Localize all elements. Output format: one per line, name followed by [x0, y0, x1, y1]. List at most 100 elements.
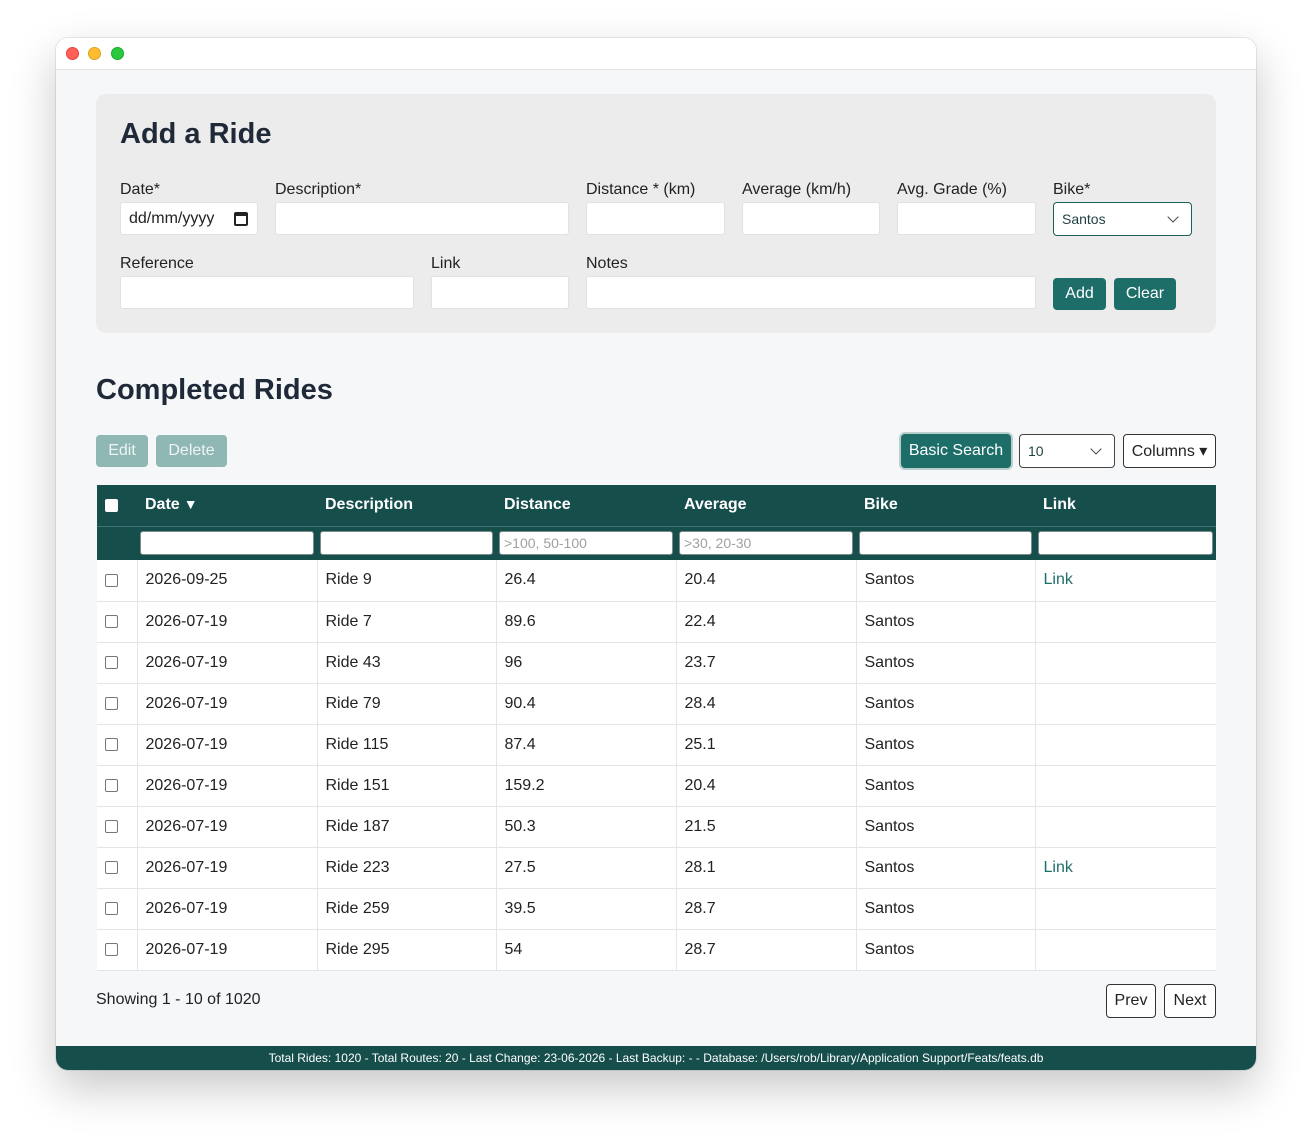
table-row[interactable]: 2026-07-19 Ride 295 54 28.7 Santos [97, 929, 1216, 971]
description-cell: Ride 187 [317, 806, 497, 848]
filter-spacer [97, 525, 137, 560]
date-cell: 2026-09-25 [137, 560, 318, 602]
basic-search-button[interactable]: Basic Search [901, 434, 1011, 468]
row-checkbox[interactable] [105, 655, 118, 669]
add-button[interactable]: Add [1053, 278, 1106, 310]
status-bar: Total Rides: 1020 - Total Routes: 20 - L… [56, 1046, 1256, 1070]
rides-table-body: 2026-09-25 Ride 9 26.4 20.4 Santos Link 2026-… [97, 560, 1216, 971]
row-checkbox[interactable] [105, 819, 118, 833]
select-all-cell [97, 485, 137, 526]
date-cell: 2026-07-19 [137, 929, 318, 971]
average-cell: 21.5 [676, 806, 857, 848]
ride-link[interactable]: Link [1044, 859, 1073, 876]
minimize-window-button[interactable] [88, 47, 101, 60]
date-placeholder: dd/mm/yyyy [129, 209, 215, 227]
bike-cell: Santos [856, 929, 1036, 971]
link-filter-input[interactable] [1038, 531, 1213, 556]
link-column-header[interactable]: Link [1035, 485, 1216, 526]
row-checkbox[interactable] [105, 901, 118, 915]
bike-cell: Santos [856, 683, 1036, 725]
distance-input[interactable] [586, 202, 725, 235]
description-cell: Ride 79 [317, 683, 497, 725]
bike-select[interactable]: Santos [1053, 202, 1192, 236]
notes-input[interactable] [586, 276, 1036, 309]
row-checkbox[interactable] [105, 778, 118, 792]
bike-filter-input[interactable] [859, 531, 1032, 556]
bike-cell: Santos [856, 601, 1036, 643]
zoom-window-button[interactable] [111, 47, 124, 60]
distance-cell: 90.4 [496, 683, 677, 725]
row-checkbox[interactable] [105, 860, 118, 874]
reference-input[interactable] [120, 276, 414, 309]
description-input[interactable] [275, 202, 569, 235]
chevron-down-icon [1090, 443, 1102, 455]
bike-cell: Santos [856, 642, 1036, 684]
prev-button[interactable]: Prev [1106, 984, 1156, 1018]
grade-input[interactable] [897, 202, 1036, 235]
table-row[interactable]: 2026-07-19 Ride 43 96 23.7 Santos [97, 642, 1216, 684]
average-cell: 20.4 [676, 560, 857, 602]
bike-column-header[interactable]: Bike [856, 485, 1035, 526]
distance-cell: 50.3 [496, 806, 677, 848]
link-input[interactable] [431, 276, 569, 309]
average-column-header[interactable]: Average [676, 485, 856, 526]
page-size-select[interactable]: 10 [1019, 434, 1115, 468]
table-row[interactable]: 2026-07-19 Ride 7 89.6 22.4 Santos [97, 601, 1216, 643]
distance-column-header[interactable]: Distance [496, 485, 676, 526]
average-cell: 25.1 [676, 724, 857, 766]
date-filter-input[interactable] [140, 531, 314, 556]
table-row[interactable]: 2026-07-19 Ride 115 87.4 25.1 Santos [97, 724, 1216, 766]
date-cell: 2026-07-19 [137, 683, 318, 725]
select-all-checkbox[interactable] [105, 498, 118, 512]
table-row[interactable]: 2026-07-19 Ride 79 90.4 28.4 Santos [97, 683, 1216, 725]
clear-button[interactable]: Clear [1114, 278, 1176, 310]
date-column-header[interactable]: Date ▼ [137, 485, 317, 526]
average-cell: 20.4 [676, 765, 857, 807]
bike-label: Bike* [1053, 181, 1091, 198]
distance-filter-placeholder: >100, 50-100 [504, 535, 587, 552]
delete-button[interactable]: Delete [156, 435, 227, 467]
row-checkbox[interactable] [105, 573, 118, 587]
date-label: Date* [120, 181, 161, 198]
notes-label: Notes [586, 255, 628, 272]
row-checkbox[interactable] [105, 737, 118, 751]
description-filter-input[interactable] [320, 531, 493, 556]
page-size-value: 10 [1028, 443, 1044, 459]
average-cell: 28.4 [676, 683, 857, 725]
date-cell: 2026-07-19 [137, 847, 318, 889]
distance-filter-input[interactable]: >100, 50-100 [499, 531, 673, 556]
table-row[interactable]: 2026-07-19 Ride 151 159.2 20.4 Santos [97, 765, 1216, 807]
edit-button[interactable]: Edit [96, 435, 148, 467]
row-checkbox[interactable] [105, 942, 118, 956]
pagination-summary: Showing 1 - 10 of 1020 [96, 991, 261, 1008]
description-cell: Ride 295 [317, 929, 497, 971]
table-row[interactable]: 2026-07-19 Ride 259 39.5 28.7 Santos [97, 888, 1216, 930]
average-input[interactable] [742, 202, 880, 235]
bike-cell: Santos [856, 888, 1036, 930]
bike-cell: Santos [856, 847, 1036, 889]
average-filter-input[interactable]: >30, 20-30 [679, 531, 853, 556]
row-checkbox[interactable] [105, 614, 118, 628]
close-window-button[interactable] [66, 47, 79, 60]
columns-button[interactable]: Columns ▾ [1123, 434, 1216, 468]
calendar-icon[interactable] [234, 212, 248, 226]
add-ride-title: Add a Ride [120, 118, 272, 150]
date-input[interactable]: dd/mm/yyyy [120, 202, 258, 235]
next-button[interactable]: Next [1164, 984, 1216, 1018]
bike-select-value: Santos [1062, 211, 1106, 227]
ride-link[interactable]: Link [1044, 571, 1073, 588]
table-row[interactable]: 2026-07-19 Ride 223 27.5 28.1 Santos Link [97, 847, 1216, 889]
row-checkbox[interactable] [105, 696, 118, 710]
distance-cell: 54 [496, 929, 677, 971]
table-row[interactable]: 2026-09-25 Ride 9 26.4 20.4 Santos Link [97, 560, 1216, 602]
link-label: Link [431, 255, 461, 272]
description-cell: Ride 151 [317, 765, 497, 807]
description-cell: Ride 7 [317, 601, 497, 643]
description-label: Description* [275, 181, 362, 198]
distance-cell: 96 [496, 642, 677, 684]
bike-cell: Santos [856, 765, 1036, 807]
description-column-header[interactable]: Description [317, 485, 496, 526]
average-cell: 23.7 [676, 642, 857, 684]
table-row[interactable]: 2026-07-19 Ride 187 50.3 21.5 Santos [97, 806, 1216, 848]
distance-cell: 26.4 [496, 560, 677, 602]
